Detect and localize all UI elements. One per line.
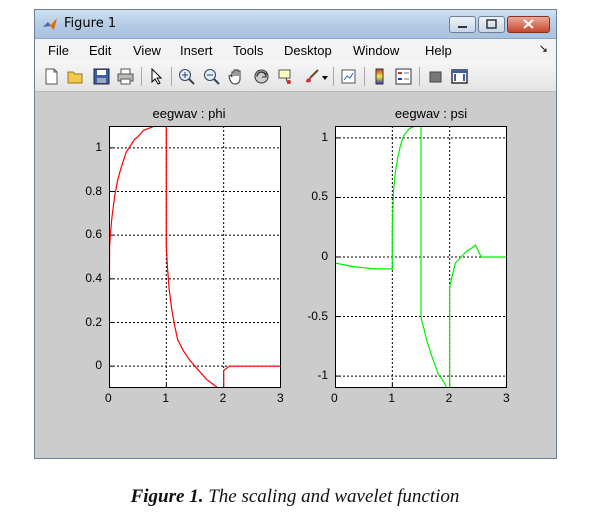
phi-ytick-label: 0.4 [85,270,102,285]
zoom-out-icon[interactable] [203,68,220,85]
menu-edit[interactable]: Edit [89,43,111,58]
psi-xtick-label: 1 [388,391,396,405]
hide-plot-tools-icon[interactable] [427,68,444,85]
toolbar-separator [419,67,420,86]
phi-xtick-label: 3 [277,391,284,405]
toolbar-separator [333,67,334,86]
maximize-icon [486,19,497,29]
menu-bar: File Edit View Insert Tools Desktop Wind… [35,39,556,61]
rotate-3d-icon[interactable] [253,68,270,85]
caption-text: The scaling and wavelet function [203,486,460,507]
save-icon[interactable] [93,68,110,85]
figure-canvas: eegwav : phi eegwav : psi 0 1 2 3 0 0.2 0.4 0.6… [35,92,556,458]
phi-xtick-label: 2 [219,391,227,405]
pan-hand-icon[interactable] [228,68,245,85]
psi-xtick-label: 3 [503,391,510,405]
phi-xtick-label: 0 [105,391,112,405]
maximize-button[interactable] [478,16,505,33]
phi-axes[interactable] [109,126,281,388]
brush-icon[interactable] [303,68,320,85]
legend-icon[interactable] [395,68,412,85]
menu-tools[interactable]: Tools [233,43,263,58]
dock-arrow-icon[interactable]: ↘ [539,42,548,55]
link-plot-icon[interactable] [340,68,357,85]
psi-ytick-label: 0.5 [311,189,328,204]
figure-toolbar [35,61,556,92]
data-cursor-icon[interactable] [278,68,295,85]
psi-ytick-label: -1 [317,368,328,383]
figure-window: Figure 1 File Edit View Insert Tools Des… [34,9,557,459]
phi-ytick-label: 1 [95,139,102,154]
figure-caption: Figure 1. The scaling and wavelet functi… [0,486,590,508]
phi-ytick-label: 0.6 [85,227,102,242]
toolbar-separator [141,67,142,86]
show-plot-tools-icon[interactable] [451,68,468,85]
colorbar-icon[interactable] [371,68,388,85]
psi-xtick-label: 2 [445,391,453,405]
pointer-icon[interactable] [148,68,165,85]
psi-xtick-label: 0 [331,391,338,405]
axes-title-phi: eegwav : phi [152,106,226,121]
phi-ytick-label: 0 [95,358,102,373]
menu-view[interactable]: View [133,43,161,58]
axes-title-psi: eegwav : psi [394,106,468,121]
phi-ytick-label: 0.8 [85,183,102,198]
print-icon[interactable] [117,68,134,85]
menu-insert[interactable]: Insert [180,43,213,58]
window-title: Figure 1 [64,16,117,31]
close-icon [523,19,534,29]
menu-desktop[interactable]: Desktop [284,43,332,58]
open-folder-icon[interactable] [67,68,84,85]
phi-ytick-label: 0.2 [85,314,102,329]
menu-window[interactable]: Window [353,43,399,58]
menu-help[interactable]: Help [425,43,452,58]
phi-plot-area [109,126,281,388]
psi-ytick-label: 0 [321,249,328,263]
psi-axes[interactable] [335,126,507,388]
new-file-icon[interactable] [43,68,60,85]
phi-xtick-label: 1 [162,391,170,405]
minimize-icon [458,26,467,28]
toolbar-separator [364,67,365,86]
minimize-button[interactable] [449,16,476,33]
brush-dropdown-icon[interactable] [321,68,329,85]
menu-file[interactable]: File [48,43,69,58]
close-button[interactable] [507,16,550,33]
caption-label: Figure 1. [130,486,204,507]
zoom-in-icon[interactable] [178,68,195,85]
matlab-logo-icon [43,18,57,30]
title-bar[interactable]: Figure 1 [35,10,556,39]
toolbar-separator [171,67,172,86]
psi-ytick-label: -0.5 [307,308,328,323]
psi-ytick-label: 1 [321,129,328,144]
